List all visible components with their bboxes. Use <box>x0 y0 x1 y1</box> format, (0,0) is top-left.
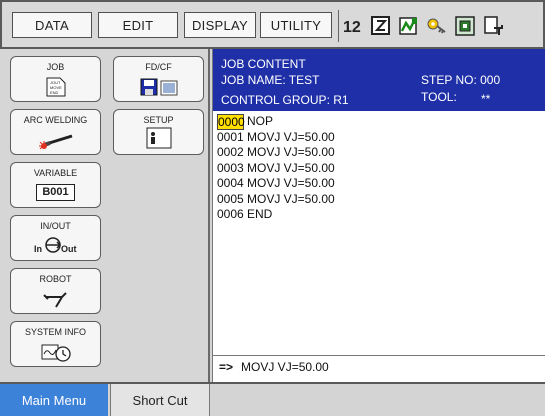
tool-label: TOOL: <box>421 90 457 104</box>
line-number-cursor[interactable]: 0000 <box>217 114 245 130</box>
status-icons: 12 <box>342 12 532 40</box>
line-number: 0002 <box>217 145 244 159</box>
setup-tile-label: SETUP <box>143 115 174 125</box>
system-info-icon <box>11 342 100 362</box>
main-menu-panel: JOB JOUT MOVE END FD/CF ARC WELDING SETUP … <box>0 49 210 382</box>
teach-mode-icon <box>370 15 392 37</box>
svg-text:Out: Out <box>61 244 77 254</box>
job-menu-tile[interactable]: JOB JOUT MOVE END <box>10 56 101 102</box>
variable-tile-label: VARIABLE <box>33 168 78 178</box>
top-menu-bar: DATA EDIT DISPLAY UTILITY 12 <box>0 0 545 49</box>
line-number: 0003 <box>217 160 244 175</box>
job-listing: 0000 NOP 0001 MOVJ VJ=50.00 0002 MOVJ VJ=50… <box>217 114 335 223</box>
line-instruction: NOP <box>247 114 274 128</box>
setup-icon <box>114 126 203 150</box>
robot-arm-icon <box>11 289 100 309</box>
inout-icon: In Out <box>11 234 100 256</box>
line-number: 0004 <box>217 176 244 190</box>
utility-menu-button[interactable]: UTILITY <box>260 12 332 38</box>
svg-text:12: 12 <box>343 19 361 36</box>
job-header: JOB CONTENT JOB NAME: TEST CONTROL GROUP… <box>213 49 545 111</box>
robot-menu-tile[interactable]: ROBOT <box>10 268 101 314</box>
job-document-icon: JOUT MOVE END <box>11 77 100 97</box>
variable-value: B001 <box>36 184 75 201</box>
line-instruction: MOVJ VJ=50.00 <box>247 191 335 206</box>
job-tile-label: JOB <box>46 62 65 72</box>
svg-text:In: In <box>34 244 42 254</box>
line-instruction: MOVJ VJ=50.00 <box>247 129 335 144</box>
menu-separator <box>338 10 339 42</box>
job-line[interactable]: 0001 MOVJ VJ=50.00 <box>217 130 335 146</box>
floppy-card-icon <box>114 77 203 97</box>
line-number: 0005 <box>217 191 244 206</box>
job-line[interactable]: 0004 MOVJ VJ=50.00 <box>217 176 335 192</box>
svg-text:END: END <box>50 90 59 95</box>
job-line[interactable]: 0006 END <box>217 207 335 223</box>
data-menu-button[interactable]: DATA <box>12 12 92 38</box>
edit-menu-button[interactable]: EDIT <box>98 12 178 38</box>
display-menu-button[interactable]: DISPLAY <box>184 12 256 38</box>
inout-tile-label: IN/OUT <box>40 221 71 231</box>
fdcf-menu-tile[interactable]: FD/CF <box>113 56 204 102</box>
job-line[interactable]: 0003 MOVJ VJ=50.00 <box>217 161 335 177</box>
module-icon <box>454 15 476 37</box>
short-cut-button[interactable]: Short Cut <box>110 384 210 416</box>
line-instruction: MOVJ VJ=50.00 <box>247 176 335 190</box>
job-content-window: JOB CONTENT JOB NAME: TEST CONTROL GROUP… <box>212 49 545 382</box>
arc-welding-tile-label: ARC WELDING <box>23 115 88 125</box>
line-number: 0001 <box>217 129 244 144</box>
step-number: STEP NO: 000 <box>421 73 501 87</box>
main-menu-button[interactable]: Main Menu <box>0 384 108 416</box>
robot-status-icon <box>398 15 420 37</box>
input-buffer-value: MOVJ VJ=50.00 <box>241 359 329 374</box>
job-line[interactable]: 0002 MOVJ VJ=50.00 <box>217 145 335 161</box>
variable-menu-tile[interactable]: VARIABLE B001 <box>10 162 101 208</box>
inout-menu-tile[interactable]: IN/OUT In Out <box>10 215 101 261</box>
system-info-menu-tile[interactable]: SYSTEM INFO <box>10 321 101 367</box>
setup-menu-tile[interactable]: SETUP <box>113 109 204 155</box>
variable-value-box: B001 <box>11 184 100 201</box>
line-instruction: MOVJ VJ=50.00 <box>247 145 335 159</box>
job-name: JOB NAME: TEST <box>221 73 320 87</box>
welding-torch-icon <box>11 130 100 150</box>
document-edit-icon <box>482 15 504 37</box>
tool-value: ** <box>481 92 491 106</box>
line-number: 0006 <box>217 207 244 221</box>
tool-number-icon: 12 <box>342 15 364 37</box>
bottom-bar: Main Menu Short Cut <box>0 382 545 416</box>
key-icon <box>426 15 448 37</box>
job-content-title: JOB CONTENT <box>221 57 306 71</box>
arc-welding-menu-tile[interactable]: ARC WELDING <box>10 109 101 155</box>
robot-tile-label: ROBOT <box>39 274 72 284</box>
job-line[interactable]: 0000 NOP <box>217 114 335 130</box>
system-info-tile-label: SYSTEM INFO <box>24 327 86 337</box>
input-buffer-line[interactable]: => MOVJ VJ=50.00 <box>213 355 545 377</box>
job-line[interactable]: 0005 MOVJ VJ=50.00 <box>217 192 335 208</box>
line-instruction: MOVJ VJ=50.00 <box>247 160 335 175</box>
fdcf-tile-label: FD/CF <box>145 62 172 72</box>
input-prompt-arrow: => <box>219 359 234 374</box>
control-group: CONTROL GROUP: R1 <box>221 93 349 107</box>
line-instruction: END <box>247 207 273 221</box>
